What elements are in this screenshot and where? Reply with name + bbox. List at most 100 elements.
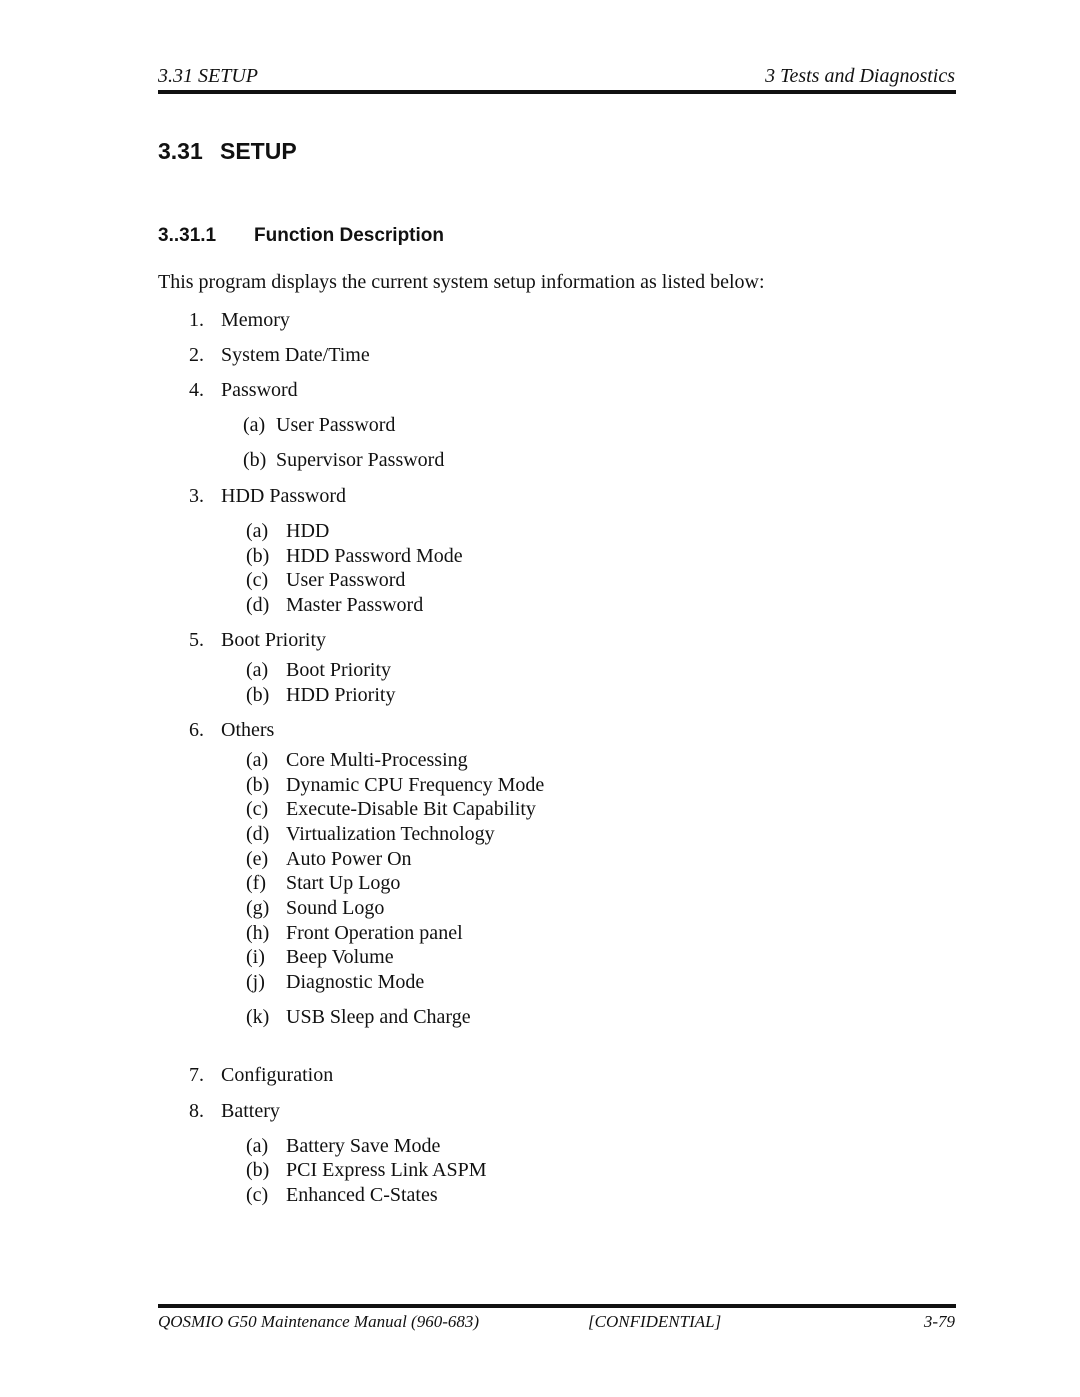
sub-list-marker: (c) <box>246 798 269 820</box>
sub-list-item: (a) Battery Save Mode <box>246 1135 440 1158</box>
sub-list-item: (a) Core Multi-Processing <box>246 749 468 772</box>
section-number: 3.31 <box>158 138 203 164</box>
list-marker: 3. <box>189 485 204 507</box>
sub-list-label: USB Sleep and Charge <box>286 1006 471 1028</box>
footer-manual-title: QOSMIO G50 Maintenance Manual (960-683) <box>158 1312 480 1331</box>
sub-list-label: User Password <box>286 569 406 591</box>
header-chapter: 3 Tests and Diagnostics <box>765 65 955 87</box>
sub-list-label: Supervisor Password <box>276 449 445 471</box>
sub-list-item: (c) Execute-Disable Bit Capability <box>246 798 536 821</box>
sub-list-label: Diagnostic Mode <box>286 971 425 993</box>
sub-list-marker: (a) <box>243 414 266 436</box>
sub-list-label: Execute-Disable Bit Capability <box>286 798 536 820</box>
sub-list-label: Dynamic CPU Frequency Mode <box>286 774 545 796</box>
sub-list-item: (a) User Password <box>243 414 395 437</box>
list-label: Others <box>221 719 275 741</box>
section-title: SETUP <box>220 138 297 164</box>
sub-list-item: (a) Boot Priority <box>246 659 391 682</box>
sub-list-item: (e) Auto Power On <box>246 848 412 871</box>
sub-list-item: (j) Diagnostic Mode <box>246 971 424 994</box>
list-item: 1. Memory <box>189 309 290 332</box>
sub-list-marker: (c) <box>246 569 269 591</box>
sub-list-marker: (f) <box>246 872 266 894</box>
list-label: System Date/Time <box>221 344 370 366</box>
sub-list-marker: (b) <box>246 774 270 796</box>
list-item: 8. Battery <box>189 1100 280 1123</box>
sub-list-item: (d) Virtualization Technology <box>246 823 495 846</box>
sub-list-label: Battery Save Mode <box>286 1135 441 1157</box>
sub-list-label: PCI Express Link ASPM <box>286 1159 487 1181</box>
sub-list-item: (f) Start Up Logo <box>246 872 400 895</box>
sub-list-label: Start Up Logo <box>286 872 401 894</box>
sub-list-item: (b) PCI Express Link ASPM <box>246 1159 487 1182</box>
running-footer: QOSMIO G50 Maintenance Manual (960-683) … <box>158 1312 955 1336</box>
page-number: 3-79 <box>923 1312 955 1331</box>
sub-list-label: HDD Priority <box>286 684 396 706</box>
sub-list-marker: (h) <box>246 922 270 944</box>
sub-list-item: (i) Beep Volume <box>246 946 394 969</box>
sub-list-marker: (a) <box>246 659 269 681</box>
list-label: Memory <box>221 309 290 331</box>
sub-list-item: (b) HDD Password Mode <box>246 545 463 568</box>
footer-confidential: [CONFIDENTIAL] <box>588 1312 722 1331</box>
sub-list-label: Front Operation panel <box>286 922 463 944</box>
sub-list-marker: (i) <box>246 946 265 968</box>
sub-list-marker: (b) <box>246 684 270 706</box>
subsection-number: 3..31.1 <box>158 225 217 246</box>
sub-list-marker: (b) <box>246 545 270 567</box>
list-marker: 6. <box>189 719 204 741</box>
list-label: Password <box>221 379 298 401</box>
sub-list-item: (d) Master Password <box>246 594 423 617</box>
sub-list-label: Auto Power On <box>286 848 412 870</box>
list-item: 4. Password <box>189 379 298 402</box>
sub-list-label: User Password <box>276 414 396 436</box>
sub-list-item: (c) Enhanced C-States <box>246 1184 438 1207</box>
sub-list-item: (b) HDD Priority <box>246 684 395 707</box>
sub-list-item: (g) Sound Logo <box>246 897 384 920</box>
list-label: Battery <box>221 1100 280 1122</box>
list-marker: 8. <box>189 1100 204 1122</box>
list-marker: 7. <box>189 1064 204 1086</box>
intro-paragraph: This program displays the current system… <box>158 271 765 293</box>
list-marker: 5. <box>189 629 204 651</box>
sub-list-item: (b) Dynamic CPU Frequency Mode <box>246 774 544 797</box>
list-item: 6. Others <box>189 719 274 742</box>
header-rule <box>158 90 956 94</box>
list-item: 7. Configuration <box>189 1064 333 1087</box>
sub-list-item: (a) HDD <box>246 520 329 543</box>
sub-list-item: (k) USB Sleep and Charge <box>246 1006 471 1029</box>
sub-list-marker: (a) <box>246 1135 269 1157</box>
sub-list-marker: (k) <box>246 1006 270 1028</box>
list-marker: 2. <box>189 344 204 366</box>
sub-list-item: (c) User Password <box>246 569 405 592</box>
sub-list-label: HDD <box>286 520 330 542</box>
sub-list-marker: (a) <box>246 749 269 771</box>
list-marker: 1. <box>189 309 204 331</box>
sub-list-marker: (e) <box>246 848 269 870</box>
sub-list-marker: (a) <box>246 520 269 542</box>
sub-list-marker: (b) <box>246 1159 270 1181</box>
sub-list-label: Beep Volume <box>286 946 394 968</box>
footer-rule <box>158 1304 956 1308</box>
sub-list-label: Master Password <box>286 594 424 616</box>
list-item: 2. System Date/Time <box>189 344 370 367</box>
header-section: 3.31 SETUP <box>158 65 258 87</box>
list-marker: 4. <box>189 379 204 401</box>
sub-list-marker: (j) <box>246 971 265 993</box>
list-item: 5. Boot Priority <box>189 629 326 652</box>
subsection-heading: 3..31.1 Function Description <box>158 225 444 247</box>
sub-list-label: Enhanced C-States <box>286 1184 438 1206</box>
list-label: Boot Priority <box>221 629 327 651</box>
sub-list-label: Sound Logo <box>286 897 385 919</box>
sub-list-marker: (c) <box>246 1184 269 1206</box>
sub-list-marker: (g) <box>246 897 270 919</box>
sub-list-marker: (b) <box>243 449 267 471</box>
sub-list-marker: (d) <box>246 823 270 845</box>
sub-list-label: Virtualization Technology <box>286 823 495 845</box>
sub-list-item: (b) Supervisor Password <box>243 449 444 472</box>
list-label: Configuration <box>221 1064 334 1086</box>
subsection-title: Function Description <box>254 225 444 246</box>
sub-list-label: Boot Priority <box>286 659 392 681</box>
sub-list-marker: (d) <box>246 594 270 616</box>
list-item: 3. HDD Password <box>189 485 346 508</box>
